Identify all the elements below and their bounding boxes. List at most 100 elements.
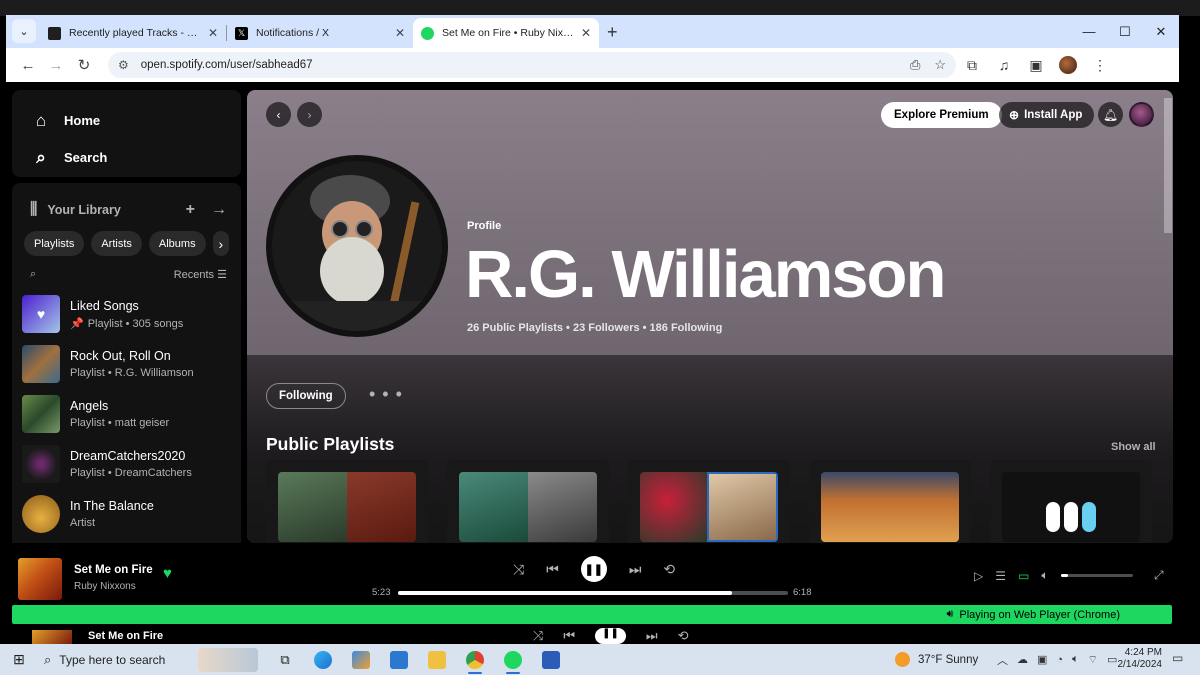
now-playing-title[interactable]: Set Me on Fire bbox=[74, 564, 153, 576]
progress-bar[interactable] bbox=[398, 591, 788, 595]
network-icon[interactable]: ◔ bbox=[1056, 654, 1063, 666]
repeat-icon[interactable]: ⟲ bbox=[663, 561, 675, 578]
chip-artists[interactable]: Artists bbox=[91, 231, 142, 256]
bell-icon[interactable]: 🔔︎ bbox=[1098, 102, 1123, 127]
weather-widget[interactable]: 37°F Sunny bbox=[895, 644, 978, 675]
browser-tab[interactable]: 𝕏 Notifications / X ✕ bbox=[227, 18, 413, 48]
nav-search[interactable]: ⌕ Search bbox=[30, 139, 223, 176]
now-playing-art[interactable] bbox=[18, 558, 62, 600]
pause-button[interactable]: ❚❚ bbox=[580, 556, 607, 582]
list-item[interactable]: Rock Out, Roll On Playlist • R.G. Willia… bbox=[22, 339, 233, 389]
playlist-card[interactable] bbox=[809, 460, 971, 543]
reload-icon[interactable]: ↻ bbox=[70, 56, 98, 74]
cloud-icon[interactable]: ☁ bbox=[1017, 653, 1028, 666]
now-playing-view-icon[interactable]: ▷ bbox=[974, 569, 983, 583]
library-title[interactable]: Your Library bbox=[47, 203, 169, 217]
chrome-icon[interactable] bbox=[456, 644, 494, 675]
list-item[interactable]: In The Balance Artist bbox=[22, 489, 233, 539]
now-playing-artist[interactable]: Ruby Nixxons bbox=[74, 581, 136, 592]
chevron-right-icon[interactable]: › bbox=[212, 231, 229, 256]
create-playlist-icon[interactable]: + bbox=[186, 201, 195, 219]
volume-icon[interactable]: 🔈︎ bbox=[1041, 568, 1048, 583]
previous-icon[interactable]: ⏮ bbox=[546, 561, 559, 578]
browser-tabbar: ⌄ Recently played Tracks - Stats fo ✕ 𝕏 … bbox=[6, 15, 1179, 48]
profile-avatar[interactable] bbox=[1059, 56, 1077, 74]
extra-controls: ▷ ☰ ▭ 🔈︎ bbox=[974, 568, 1133, 583]
photo-icon[interactable]: ▣ bbox=[1037, 653, 1047, 666]
close-tab-icon[interactable]: ✕ bbox=[208, 26, 218, 40]
connect-device-icon[interactable]: ▭ bbox=[1018, 569, 1029, 583]
close-tab-icon[interactable]: ✕ bbox=[581, 26, 591, 40]
device-banner[interactable]: 🔊︎ Playing on Web Player (Chrome) bbox=[12, 605, 1172, 624]
address-bar[interactable]: ⚙ open.spotify.com/user/sabhead67 ⎙ ☆ bbox=[108, 52, 956, 78]
playlist-card[interactable] bbox=[447, 460, 609, 543]
tab-search-button[interactable]: ⌄ bbox=[12, 19, 36, 43]
explore-premium-button[interactable]: Explore Premium bbox=[881, 102, 1002, 128]
fullscreen-icon[interactable]: ⤢ bbox=[1154, 568, 1164, 583]
close-window-icon[interactable]: ✕ bbox=[1143, 24, 1179, 40]
user-avatar[interactable] bbox=[1129, 102, 1154, 127]
liked-heart-icon[interactable]: ♥ bbox=[163, 565, 172, 582]
show-all-link[interactable]: Show all bbox=[1111, 441, 1156, 453]
next-icon[interactable]: ⏭ bbox=[629, 561, 642, 578]
site-info-icon[interactable]: ⚙ bbox=[118, 58, 129, 72]
list-item[interactable]: DreamCatchers2020 Playlist • DreamCatche… bbox=[22, 439, 233, 489]
forward-icon[interactable]: → bbox=[42, 57, 70, 74]
expand-library-icon[interactable]: → bbox=[211, 201, 227, 219]
side-panel-icon[interactable]: ▣ bbox=[1020, 57, 1052, 74]
library-search-icon[interactable]: ⌕ bbox=[30, 268, 36, 281]
main-view: ‹ › Explore Premium ⊕ Install App 🔔︎ Pro… bbox=[247, 90, 1173, 543]
following-button[interactable]: Following bbox=[266, 383, 346, 409]
search-highlight-image[interactable] bbox=[198, 647, 258, 672]
file-explorer-icon[interactable] bbox=[418, 644, 456, 675]
profile-stats: 26 Public Playlists • 23 Followers • 186… bbox=[467, 322, 723, 334]
volume-tray-icon[interactable]: 🔈︎ bbox=[1072, 653, 1079, 666]
more-options-icon[interactable]: • • • bbox=[369, 384, 403, 405]
word-icon[interactable] bbox=[532, 644, 570, 675]
playlist-card[interactable] bbox=[266, 460, 428, 543]
close-tab-icon[interactable]: ✕ bbox=[395, 26, 405, 40]
chip-albums[interactable]: Albums bbox=[148, 231, 206, 256]
url-text[interactable]: open.spotify.com/user/sabhead67 bbox=[141, 59, 896, 71]
item-name: DreamCatchers2020 bbox=[70, 449, 186, 463]
task-view-icon[interactable]: ⧉ bbox=[266, 644, 304, 675]
system-clock[interactable]: 4:24 PM 2/14/2024 bbox=[1106, 647, 1163, 671]
install-app-icon[interactable]: ⎙ bbox=[910, 57, 920, 73]
queue-icon[interactable]: ☰ bbox=[995, 569, 1006, 583]
bookmark-star-icon[interactable]: ☆ bbox=[934, 57, 946, 73]
forward-nav-icon[interactable]: › bbox=[297, 102, 322, 127]
spotify-icon[interactable] bbox=[494, 644, 532, 675]
sort-button[interactable]: Recents ☰ bbox=[174, 268, 227, 281]
playlist-card[interactable] bbox=[628, 460, 790, 543]
minimize-icon[interactable]: — bbox=[1071, 24, 1107, 39]
back-nav-icon[interactable]: ‹ bbox=[266, 102, 291, 127]
notifications-icon[interactable]: ▭ bbox=[1172, 651, 1192, 668]
section-title[interactable]: Public Playlists bbox=[266, 434, 394, 455]
edge-icon[interactable] bbox=[304, 644, 342, 675]
browser-menu-icon[interactable]: ⋮ bbox=[1084, 57, 1116, 74]
windows-start-icon[interactable]: ⊞ bbox=[0, 651, 38, 668]
list-item[interactable]: ♥ Liked Songs 📌 Playlist • 305 songs bbox=[22, 289, 233, 339]
media-controls-icon[interactable]: ♫ bbox=[988, 57, 1020, 73]
browser-tab[interactable]: Recently played Tracks - Stats fo ✕ bbox=[40, 18, 226, 48]
extensions-icon[interactable]: ⧉ bbox=[956, 57, 988, 74]
chip-playlists[interactable]: Playlists bbox=[24, 231, 85, 256]
mail-icon[interactable] bbox=[380, 644, 418, 675]
list-item[interactable]: Angels Playlist • matt geiser bbox=[22, 389, 233, 439]
install-app-button[interactable]: ⊕ Install App bbox=[999, 102, 1095, 128]
nav-home[interactable]: ⌂ Home bbox=[30, 102, 223, 139]
playlist-card[interactable] bbox=[990, 460, 1152, 543]
shuffle-icon[interactable]: ⤨ bbox=[513, 561, 524, 578]
new-tab-button[interactable]: + bbox=[607, 22, 618, 43]
tray-chevron-icon[interactable]: ︿ bbox=[997, 652, 1008, 668]
store-icon[interactable] bbox=[342, 644, 380, 675]
item-subtitle: Playlist • DreamCatchers bbox=[70, 467, 192, 479]
scrollbar-thumb[interactable] bbox=[1164, 98, 1172, 233]
wifi-icon[interactable]: ⌔ bbox=[1088, 653, 1098, 667]
browser-tab-active[interactable]: Set Me on Fire • Ruby Nixxons ✕ bbox=[413, 18, 599, 48]
main-scrollbar[interactable] bbox=[1163, 98, 1173, 233]
volume-slider[interactable] bbox=[1060, 574, 1133, 577]
back-icon[interactable]: ← bbox=[14, 57, 42, 74]
maximize-icon[interactable]: ☐ bbox=[1107, 24, 1143, 40]
taskbar-search[interactable]: ⌕ Type here to search bbox=[38, 644, 198, 675]
